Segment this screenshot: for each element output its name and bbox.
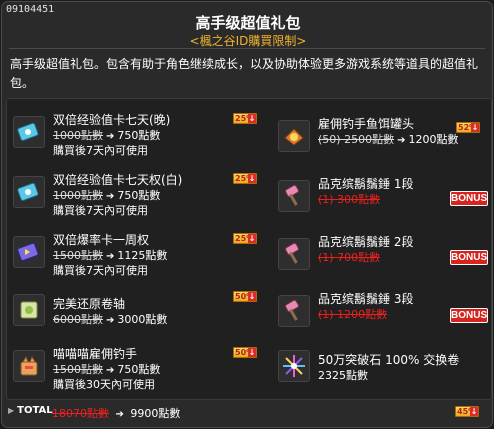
item-name: 品克缤鬍鬚錘 3段 [318,292,414,306]
item-condition: 購買後7天內可使用 [53,264,148,277]
breakthrough-stone-icon [278,350,310,382]
list-item[interactable]: 喵喵喵雇佣钓手 1500點數 ➔ 750點數 購買後30天內可使用 50% [13,347,257,397]
package-window: 09104451 高手级超值礼包 <楓之谷ID購買限制> 高手级超值礼包。包含有… [1,1,493,428]
old-price: 1000點數 [53,129,103,142]
discount-badge: 52% [456,122,480,133]
old-price: (1) 1200點數 [318,308,388,321]
bonus-badge: BONUS [450,308,488,323]
list-item[interactable]: 双倍爆率卡一周权 1500點數 ➔ 1125點數 購買後7天內可使用 25% [13,233,257,283]
pink-hammer-icon [278,180,310,212]
blue-card-icon [13,176,45,208]
item-name: 品克缤鬍鬚錘 2段 [318,235,414,249]
list-item[interactable]: 品克缤鬍鬚錘 2段 (1) 700點數 BONUS [278,235,488,285]
title-divider [9,48,485,49]
discount-badge: 50% [233,347,257,358]
discount-badge: 25% [233,173,257,184]
discount-badge: 50% [233,291,257,302]
item-name: 雇佣钓手鱼饵罐头 [318,117,415,131]
pink-hammer-icon [278,295,310,327]
purple-card-icon [13,236,45,268]
old-price: (50) 2500點數 [318,133,395,146]
old-price: (1) 300點數 [318,193,381,206]
discount-badge: 25% [233,113,257,124]
item-name: 双倍经验值卡七天权(白) [53,173,183,187]
total-discount-badge: 45% [455,406,479,417]
cat-fisher-icon [13,350,45,382]
new-price: 750點數 [117,129,161,142]
new-price: 750點數 [117,363,161,376]
new-price: 750點數 [117,189,161,202]
list-item[interactable]: 品克缤鬍鬚錘 3段 (1) 1200點數 BONUS [278,292,488,342]
list-item[interactable]: 50万突破石 100% 交换卷 2325點數 [278,347,488,397]
total-label: ▶ TOTAL [8,405,53,416]
item-name: 喵喵喵雇佣钓手 [53,347,138,361]
arrow-right-icon: ➔ [106,365,115,376]
item-name: 双倍经验值卡七天(晚) [53,113,171,127]
scroll-icon [13,294,45,326]
purchase-limit-note: <楓之谷ID購買限制> [189,34,307,48]
new-price: 3000點數 [117,313,168,326]
item-name: 完美还原卷轴 [53,297,126,311]
item-condition: 購買後7天內可使用 [53,144,148,157]
arrow-right-icon: ➔ [106,191,115,202]
blue-card-icon [13,116,45,148]
old-price: 1500點數 [53,363,103,376]
total-new-price: 9900點數 [130,407,181,420]
list-item[interactable]: 完美还原卷轴 6000點數 ➔ 3000點數 50% [13,291,257,341]
old-price: 1500點數 [53,249,103,262]
old-price: (1) 700點數 [318,251,381,264]
item-name: 50万突破石 100% 交换卷 [318,353,460,367]
new-price: 1125點數 [117,249,168,262]
arrow-right-icon: ➔ [106,251,115,262]
item-condition: 購買後7天內可使用 [53,204,148,217]
old-price: 1000點數 [53,189,103,202]
package-title: 高手级超值礼包 [195,14,301,32]
bonus-badge: BONUS [450,191,488,206]
package-description: 高手级超值礼包。包含有助于角色继续成长，以及协助体验更多游戏系统等道具的超值礼包… [10,57,479,90]
item-condition: 購買後30天內可使用 [53,378,155,391]
bait-can-icon [278,120,310,152]
arrow-right-icon: ➔ [115,409,124,420]
list-item[interactable]: 雇佣钓手鱼饵罐头 (50) 2500點數 ➔ 1200點數 52% [278,117,488,167]
arrow-right-icon: ➔ [106,131,115,142]
arrow-right-icon: ➔ [397,135,406,146]
total-row: ▶ TOTAL 18070點數 ➔ 9900點數 45% [8,405,490,421]
arrow-right-icon: ➔ [106,315,115,326]
pink-hammer-icon [278,238,310,270]
list-item[interactable]: 双倍经验值卡七天(晚) 1000點數 ➔ 750點數 購買後7天內可使用 25% [13,113,257,163]
item-name: 双倍爆率卡一周权 [53,233,150,247]
discount-badge: 25% [233,233,257,244]
list-item[interactable]: 品克缤鬍鬚錘 1段 (1) 300點數 BONUS [278,177,488,227]
item-list-panel: 双倍经验值卡七天(晚) 1000點數➔750點數 購買後7天內可使用 25% 双… [6,98,492,400]
old-price: 6000點數 [53,313,103,326]
list-item[interactable]: 双倍经验值卡七天权(白) 1000點數 ➔ 750點數 購買後7天內可使用 25% [13,173,257,223]
total-old-price: 18070點數 [52,407,109,420]
item-name: 品克缤鬍鬚錘 1段 [318,177,414,191]
bullet-icon: ▶ [8,406,15,415]
new-price: 1200點數 [408,133,459,146]
bonus-badge: BONUS [450,250,488,265]
new-price: 2325點數 [318,369,368,382]
